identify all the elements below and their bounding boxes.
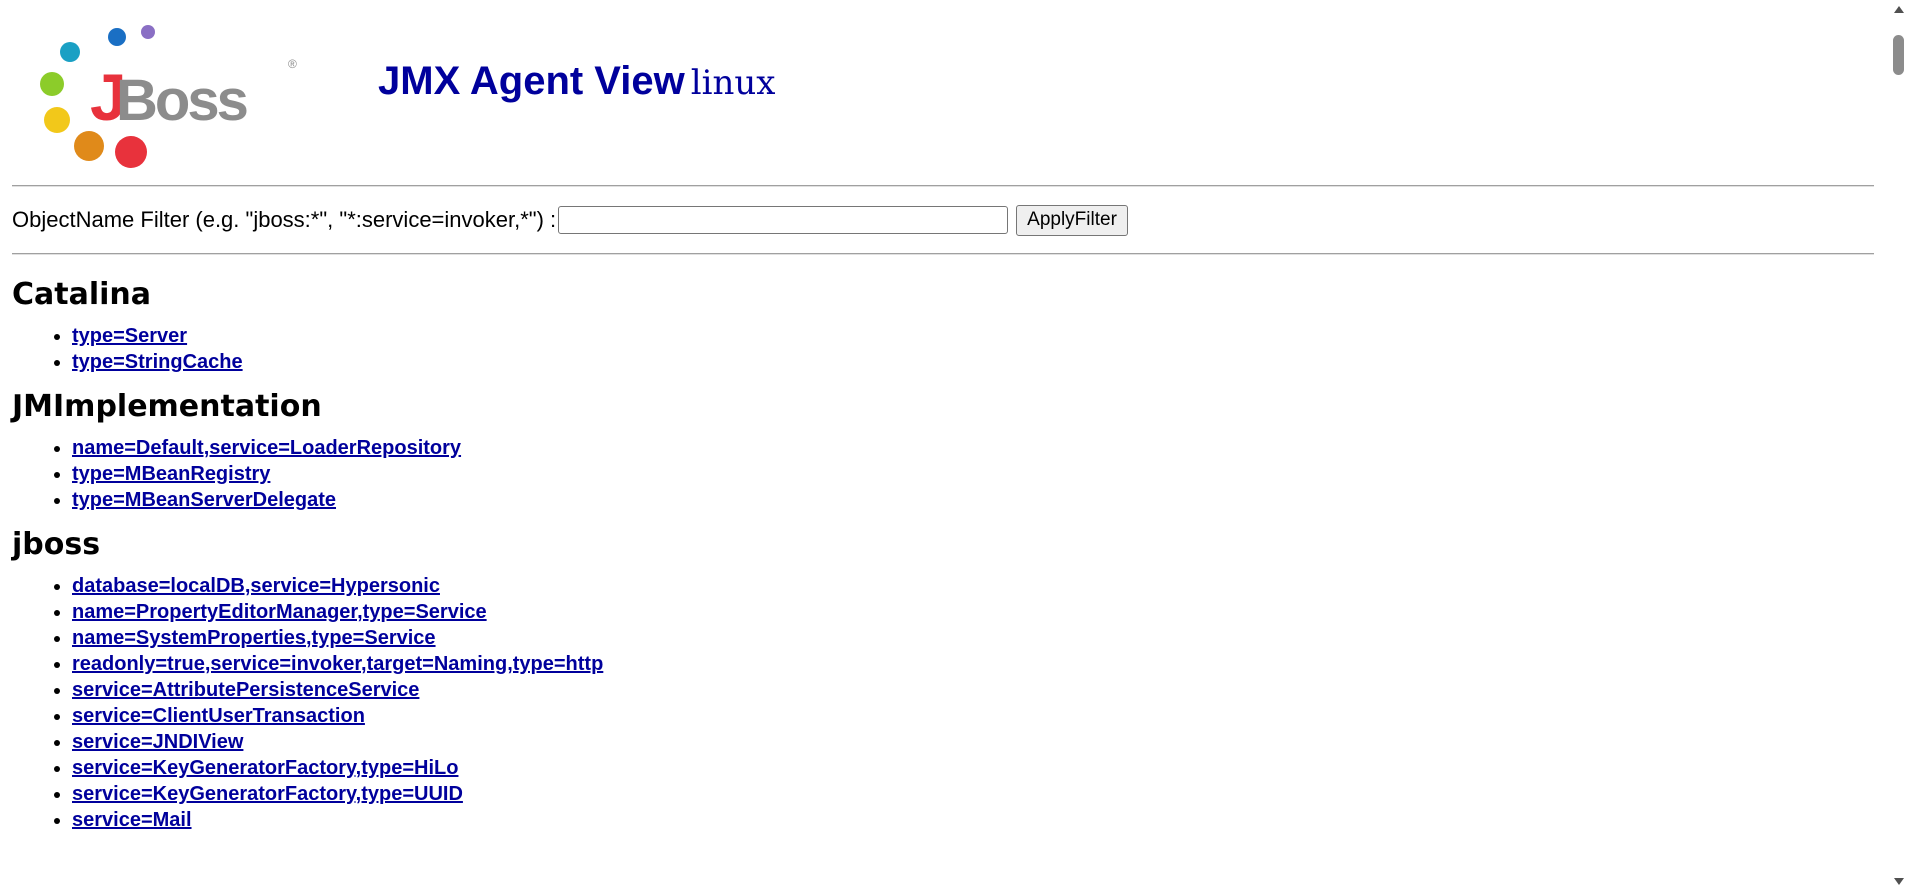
- mbean-link[interactable]: service=Mail: [72, 809, 192, 831]
- mbean-list: type=Server type=StringCache: [12, 323, 1890, 375]
- filter-form: ObjectName Filter (e.g. "jboss:*", "*:se…: [12, 187, 1890, 253]
- mbean-list: name=Default,service=LoaderRepository ty…: [12, 435, 1890, 513]
- list-item: database=localDB,service=Hypersonic: [72, 573, 1890, 599]
- list-item: type=StringCache: [72, 349, 1890, 375]
- page-title: JMX Agent View linux: [378, 59, 775, 104]
- hostname: linux: [690, 63, 776, 103]
- mbean-link[interactable]: type=Server: [72, 325, 187, 347]
- domain-listing: Catalina type=Server type=StringCache JM…: [12, 277, 1890, 833]
- list-item: name=Default,service=LoaderRepository: [72, 435, 1890, 461]
- title-text: JMX Agent View: [378, 59, 685, 103]
- svg-text:®: ®: [288, 57, 297, 71]
- list-item: name=SystemProperties,type=Service: [72, 625, 1890, 651]
- domain-heading: JMImplementation: [12, 389, 322, 424]
- mbean-link[interactable]: service=KeyGeneratorFactory,type=HiLo: [72, 757, 458, 779]
- jboss-logo: J Boss ®: [40, 25, 297, 168]
- list-item: service=Mail: [72, 807, 1890, 833]
- list-item: name=PropertyEditorManager,type=Service: [72, 599, 1890, 625]
- list-item: service=KeyGeneratorFactory,type=UUID: [72, 781, 1890, 807]
- mbean-link[interactable]: database=localDB,service=Hypersonic: [72, 575, 440, 597]
- list-item: service=ClientUserTransaction: [72, 703, 1890, 729]
- mbean-link[interactable]: service=KeyGeneratorFactory,type=UUID: [72, 783, 463, 805]
- header: J Boss ® JMX Agent View linux: [12, 0, 1890, 185]
- list-item: service=KeyGeneratorFactory,type=HiLo: [72, 755, 1890, 781]
- list-item: service=AttributePersistenceService: [72, 677, 1890, 703]
- list-item: readonly=true,service=invoker,target=Nam…: [72, 651, 1890, 677]
- mbean-link[interactable]: readonly=true,service=invoker,target=Nam…: [72, 653, 603, 675]
- mbean-link[interactable]: service=AttributePersistenceService: [72, 679, 419, 701]
- domain-heading: jboss: [12, 527, 101, 562]
- divider-bottom: [12, 253, 1874, 255]
- list-item: type=MBeanRegistry: [72, 461, 1890, 487]
- scroll-down-arrow-icon[interactable]: [1894, 878, 1904, 885]
- list-item: service=JNDIView: [72, 729, 1890, 755]
- mbean-link[interactable]: service=JNDIView: [72, 731, 243, 753]
- apply-filter-button[interactable]: ApplyFilter: [1016, 204, 1128, 236]
- scroll-thumb[interactable]: [1893, 35, 1904, 75]
- list-item: type=MBeanServerDelegate: [72, 487, 1890, 513]
- vertical-scrollbar[interactable]: [1890, 0, 1908, 891]
- mbean-link[interactable]: service=ClientUserTransaction: [72, 705, 365, 727]
- mbean-link[interactable]: type=MBeanServerDelegate: [72, 489, 336, 511]
- mbean-link[interactable]: name=PropertyEditorManager,type=Service: [72, 601, 487, 623]
- list-item: type=Server: [72, 323, 1890, 349]
- jmx-console-page: J Boss ® JMX Agent View linux ObjectName …: [0, 0, 1890, 891]
- svg-text:Boss: Boss: [116, 68, 247, 133]
- mbean-link[interactable]: name=SystemProperties,type=Service: [72, 627, 436, 649]
- scroll-up-arrow-icon[interactable]: [1894, 6, 1904, 13]
- filter-input[interactable]: [558, 206, 1009, 234]
- mbean-link[interactable]: name=Default,service=LoaderRepository: [72, 437, 461, 459]
- mbean-link[interactable]: type=StringCache: [72, 351, 243, 373]
- mbean-list: database=localDB,service=Hypersonic name…: [12, 573, 1890, 833]
- filter-label: ObjectName Filter (e.g. "jboss:*", "*:se…: [12, 207, 557, 232]
- mbean-link[interactable]: type=MBeanRegistry: [72, 463, 270, 485]
- domain-heading: Catalina: [12, 277, 152, 312]
